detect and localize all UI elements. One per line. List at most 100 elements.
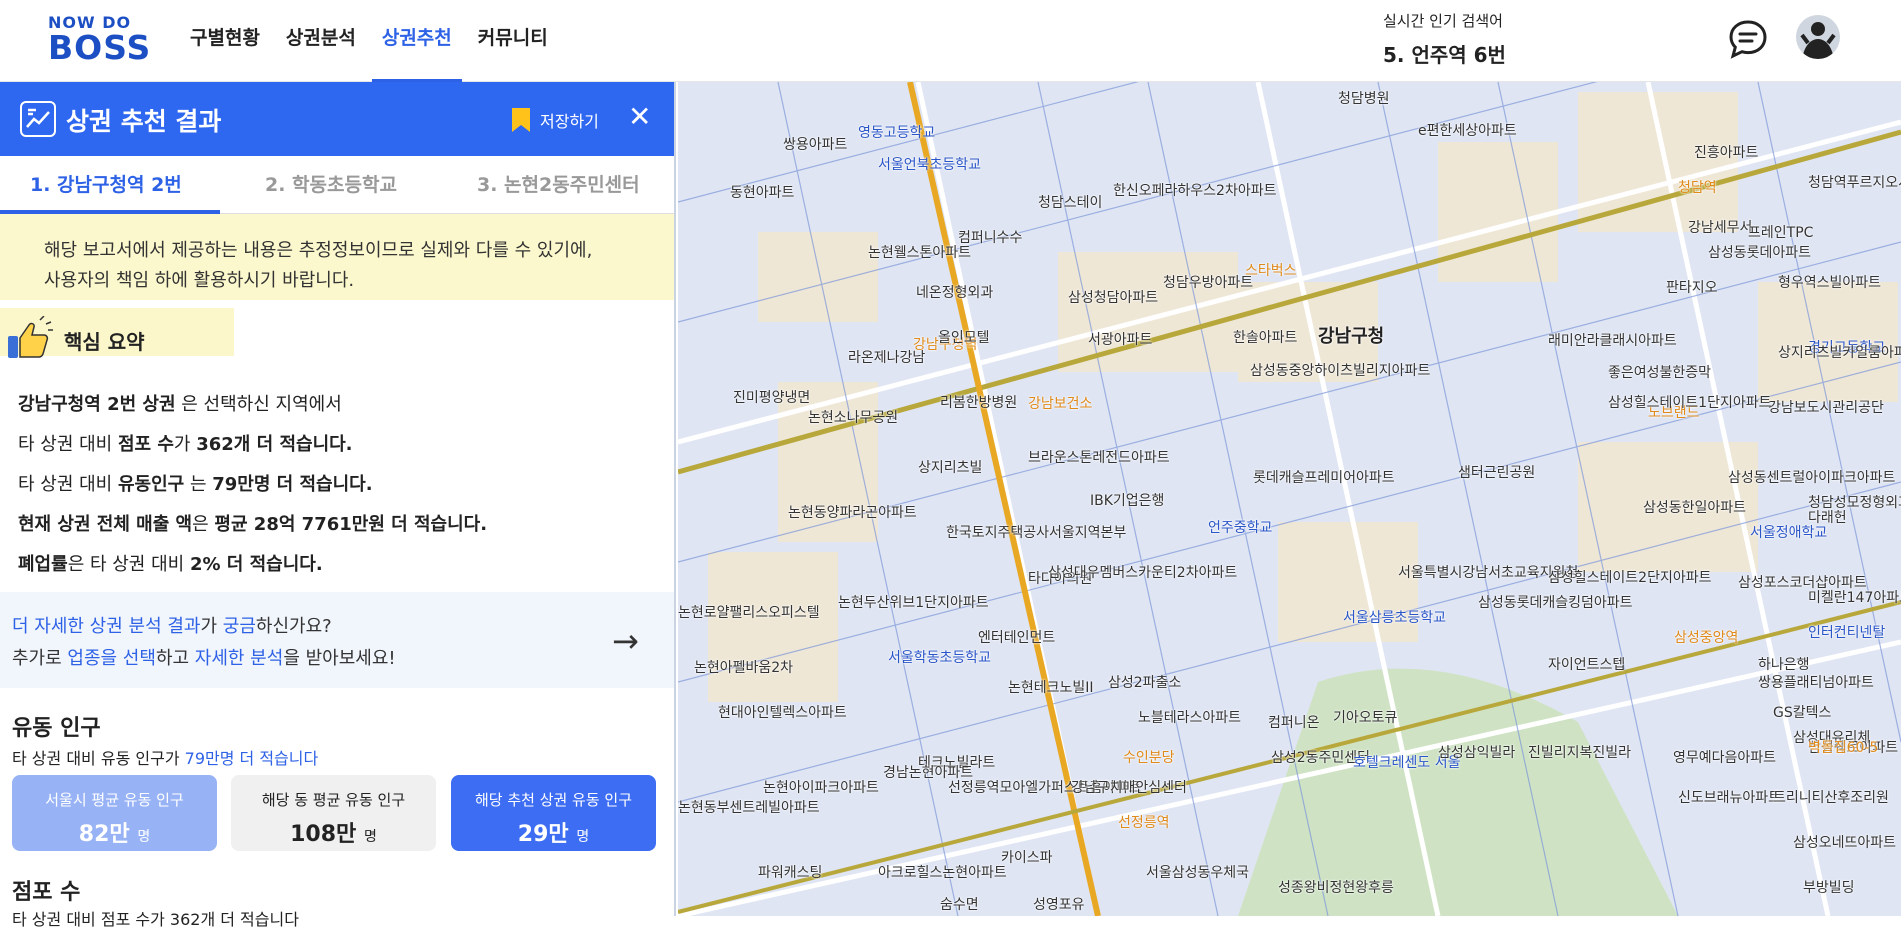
map-label[interactable]: 서울학동초등학교 — [888, 647, 991, 667]
map-label[interactable]: 서울삼릉초등학교 — [1343, 607, 1446, 627]
map-label[interactable]: 논현아펠바움2차 — [694, 657, 793, 677]
map-label[interactable]: 진빌리지복진빌라 — [1528, 742, 1631, 762]
map-label[interactable]: 삼성동롯데아파트 — [1708, 242, 1811, 262]
map-label[interactable]: 트리니티산후조리원 — [1773, 787, 1889, 807]
map-label[interactable]: 올인모텔 — [938, 327, 990, 347]
map-label[interactable]: 강남보도시관리공단 — [1768, 397, 1884, 417]
map-label[interactable]: 논현로얄팰리스오피스텔 — [678, 602, 820, 622]
trending-search[interactable]: 실시간 인기 검색어 5. 언주역 6번 — [1383, 10, 1506, 68]
map-label[interactable]: 프레인TPC — [1748, 222, 1813, 242]
map-label[interactable]: 청담역푸르지오시티오피스텔 — [1808, 172, 1901, 192]
close-button[interactable]: ✕ — [628, 100, 651, 134]
map-label[interactable]: 삼성2파출소 — [1108, 672, 1181, 692]
more-analysis-banner[interactable]: 더 자세한 상권 분석 결과가 궁금하신가요? 추가로 업종을 선택하고 자세한… — [0, 592, 674, 688]
map-label[interactable]: 좋은여성불한증막 — [1608, 362, 1711, 382]
map-label[interactable]: 서광아파트 — [1088, 329, 1152, 349]
map-label[interactable]: 삼성동롯데캐슬킹덤아파트 — [1478, 592, 1633, 612]
map-label[interactable]: 삼성동센트럴아이파크아파트 — [1728, 467, 1895, 487]
map-label[interactable]: 논현아이파크아파트 — [763, 777, 879, 797]
map-label[interactable]: 청담우방아파트 — [1163, 272, 1253, 292]
map-label[interactable]: IBK기업은행 — [1090, 490, 1164, 510]
map-label[interactable]: 서울삼성동우체국 — [1146, 862, 1249, 882]
map-label[interactable]: 한솔아파트 — [1233, 327, 1297, 347]
map-label[interactable]: 강남세무서 — [1688, 217, 1752, 237]
brand-logo[interactable]: NOW DO BOSS — [48, 14, 156, 65]
map-label[interactable]: 성종왕비정현왕후릉 — [1278, 877, 1394, 897]
map-label[interactable]: 카이스파 — [1001, 847, 1053, 867]
map-label[interactable]: 언주중학교 — [1208, 517, 1272, 537]
map-label[interactable]: 논현두산위브1단지아파트 — [838, 592, 989, 612]
map-label[interactable]: 삼성오네뜨아파트 — [1793, 832, 1896, 852]
tab-result-3[interactable]: 3. 논현2동주민센터 — [477, 156, 640, 214]
nav-area-analysis[interactable]: 상권분석 — [286, 0, 356, 82]
map-label[interactable]: 서울언북초등학교 — [878, 154, 981, 174]
map-label[interactable]: 강남보건소 — [1028, 393, 1092, 413]
map-label[interactable]: 브라운스톤레전드아파트 — [1028, 447, 1170, 467]
map-label[interactable]: 미켈란147아파트 — [1808, 587, 1901, 607]
map-label[interactable]: 판타지오 — [1666, 277, 1718, 297]
map-label[interactable]: 수인분당 — [1123, 747, 1175, 767]
map-label[interactable]: 상지리츠빌카일룸아파트 — [1778, 342, 1901, 362]
map-label[interactable]: 삼성삼익빌라 — [1438, 742, 1515, 762]
map-label[interactable]: 컴퍼니온 — [1268, 712, 1320, 732]
map-label[interactable]: 자이언트스텝 — [1548, 654, 1625, 674]
map-label[interactable]: 청담병원 — [1338, 88, 1390, 108]
map-label[interactable]: 쌍용아파트 — [783, 134, 847, 154]
map-label[interactable]: 진흥아파트 — [1694, 142, 1758, 162]
nav-district-status[interactable]: 구별현황 — [190, 0, 260, 82]
map-label[interactable]: 부방빌딩 — [1803, 877, 1855, 897]
tab-result-2[interactable]: 2. 학동초등학교 — [265, 156, 397, 214]
map-label[interactable]: 라온제나강남 — [848, 347, 925, 367]
map-label[interactable]: 영동고등학교 — [858, 122, 935, 142]
nav-community[interactable]: 커뮤니티 — [478, 0, 548, 82]
map-label[interactable]: 래미안라클래시아파트 — [1548, 330, 1677, 350]
map-label[interactable]: 청담역 — [1678, 177, 1717, 197]
user-avatar[interactable] — [1796, 15, 1840, 59]
map-label[interactable]: 한신오페라하우스2차아파트 — [1113, 180, 1276, 200]
map-label[interactable]: 논현동양파라곤아파트 — [788, 502, 917, 522]
map-label[interactable]: 네온정형외과 — [916, 282, 993, 302]
map-label[interactable]: 삼성동한일아파트 — [1643, 497, 1746, 517]
map-label[interactable]: 삼성힐스테이트1단지아파트 — [1608, 392, 1771, 412]
map-label[interactable]: e편한세상아파트 — [1418, 120, 1517, 140]
map-label[interactable]: 신도브래뉴아파트 — [1678, 787, 1781, 807]
tab-result-1[interactable]: 1. 강남구청역 2번 — [30, 156, 182, 214]
map-label[interactable]: 형우역스빌아파트 — [1778, 272, 1881, 292]
map-label[interactable]: 벽돌집60-5 — [1808, 737, 1878, 757]
map-label[interactable]: 숨수면 — [940, 894, 979, 914]
map-label[interactable]: 동현아파트 — [730, 182, 794, 202]
map-view[interactable]: 강남구청역 선정릉역 청담역 삼성중앙역 강남구청 영동고등학교 서울언북초등학교 언주중학교… — [678, 82, 1901, 916]
map-label[interactable]: 노블테라스아파트 — [1138, 707, 1241, 727]
map-label[interactable]: 강남구청 — [1318, 322, 1384, 348]
map-label[interactable]: 선정릉역 — [1118, 812, 1170, 832]
map-label[interactable]: 스타벅스 — [1245, 260, 1297, 280]
arrow-right-icon[interactable]: → — [612, 622, 639, 660]
map-label[interactable]: 한국토지주택공사서울지역본부 — [946, 522, 1126, 542]
map-label[interactable]: 아크로힐스논현아파트 — [878, 862, 1007, 882]
nav-area-recommend[interactable]: 상권추천 — [371, 0, 462, 82]
map-label[interactable]: 논현웰스톤아파트 — [868, 242, 971, 262]
map-label[interactable]: 하나은행 — [1758, 654, 1810, 674]
save-button[interactable]: 저장하기 — [510, 106, 599, 134]
map-label[interactable]: 논현테크노빌II — [1008, 677, 1094, 697]
map-label[interactable]: 삼성중앙역 — [1674, 627, 1738, 647]
map-label[interactable]: 삼성청담아파트 — [1068, 287, 1158, 307]
map-label[interactable]: 성영포유 — [1033, 894, 1085, 914]
map-label[interactable]: 삼성대우멤버스카운티2차아파트 — [1048, 562, 1237, 582]
map-label[interactable]: 영무예다음아파트 — [1673, 747, 1776, 767]
map-label[interactable]: 기아오토큐 — [1333, 707, 1397, 727]
map-label[interactable]: 현대아인텔렉스아파트 — [718, 702, 847, 722]
map-label[interactable]: 리봄한방병원 — [940, 392, 1017, 412]
map-label[interactable]: 다래헌 — [1808, 507, 1847, 527]
map-label[interactable]: 인터컨티넨탈 — [1808, 622, 1885, 642]
map-label[interactable]: 롯데캐슬프레미어아파트 — [1253, 467, 1395, 487]
map-label[interactable]: 엔터테인먼트 — [978, 627, 1055, 647]
map-label[interactable]: 쌍용플래티넘아파트 — [1758, 672, 1874, 692]
map-label[interactable]: 강남구치매안심센터 — [1071, 777, 1187, 797]
map-label[interactable]: 청담스테이 — [1038, 192, 1102, 212]
map-label[interactable]: 논현동부센트레빌아파트 — [678, 797, 820, 817]
map-label[interactable]: 상지리츠빌 — [918, 457, 982, 477]
map-label[interactable]: 삼성동중앙하이츠빌리지아파트 — [1250, 360, 1430, 380]
map-label[interactable]: 샘터근린공원 — [1458, 462, 1535, 482]
map-label[interactable]: 진미평양냉면 — [733, 387, 810, 407]
